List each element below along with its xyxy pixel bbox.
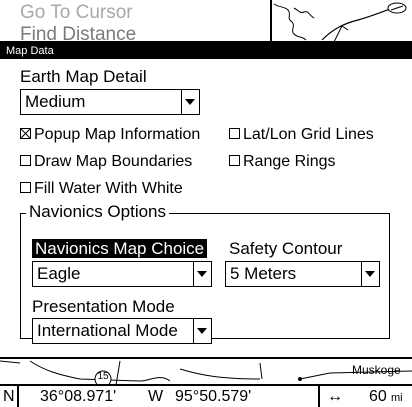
earth-map-detail-select[interactable]: Medium — [20, 89, 200, 115]
fill-water-checkbox[interactable]: Fill Water With White — [20, 180, 183, 198]
longitude-hemisphere: W — [148, 388, 164, 405]
checkbox-checked-icon[interactable] — [20, 128, 31, 140]
lat-lon-grid-label: Lat/Lon Grid Lines — [243, 126, 374, 143]
checkbox-unchecked-icon[interactable] — [20, 182, 31, 194]
longitude-value: 95°50.579' — [175, 388, 252, 405]
chevron-down-icon[interactable] — [193, 319, 211, 343]
menu-item-go-to-cursor[interactable]: Go To Cursor — [20, 2, 133, 24]
safety-contour-select[interactable]: 5 Meters — [225, 261, 380, 287]
gps-screen: Go To Cursor Find Distance Map Data Eart… — [0, 0, 412, 407]
draw-boundaries-checkbox[interactable]: Draw Map Boundaries — [20, 153, 192, 171]
range-value: 60 — [369, 388, 387, 405]
route-shield-label: 15 — [97, 371, 109, 382]
presentation-mode-label: Presentation Mode — [32, 297, 175, 316]
map-data-dialog: Map Data Earth Map Detail Medium Popup M… — [0, 41, 412, 359]
lat-lon-grid-checkbox[interactable]: Lat/Lon Grid Lines — [229, 126, 374, 144]
status-divider — [17, 386, 19, 407]
map-strip: 15 Muskoge — [0, 359, 412, 388]
range-rings-checkbox[interactable]: Range Rings — [229, 153, 336, 171]
popup-map-info-label: Popup Map Information — [34, 126, 201, 143]
status-divider — [318, 386, 320, 407]
earth-map-detail-value: Medium — [25, 92, 86, 111]
map-roads-graphic — [0, 360, 412, 388]
presentation-mode-select[interactable]: International Mode — [32, 318, 212, 344]
map-thumbnail — [270, 0, 412, 43]
fill-water-label: Fill Water With White — [34, 180, 183, 197]
checkbox-unchecked-icon[interactable] — [229, 155, 240, 167]
focused-field-label: Navionics Map Choice — [32, 239, 208, 258]
navionics-map-choice-label: Navionics Map Choice — [32, 239, 208, 259]
range-arrow-icon: ↔ — [327, 388, 343, 405]
checkbox-unchecked-icon[interactable] — [229, 128, 240, 140]
dialog-title: Map Data — [0, 43, 412, 59]
map-coastline-graphic — [273, 2, 407, 43]
safety-contour-label: Safety Contour — [229, 239, 343, 258]
chevron-down-icon[interactable] — [361, 262, 379, 286]
navionics-map-choice-select[interactable]: Eagle — [32, 261, 212, 287]
range-rings-label: Range Rings — [243, 153, 336, 170]
popup-map-info-checkbox[interactable]: Popup Map Information — [20, 126, 200, 144]
map-place-label: Muskoge — [352, 363, 401, 377]
range-unit: mi — [391, 392, 403, 404]
safety-contour-value: 5 Meters — [230, 264, 297, 283]
navionics-options-label: Navionics Options — [26, 202, 170, 222]
chevron-down-icon[interactable] — [181, 90, 199, 114]
latitude-value: 36°08.971' — [40, 388, 117, 405]
draw-boundaries-label: Draw Map Boundaries — [34, 153, 193, 170]
chevron-down-icon[interactable] — [193, 262, 211, 286]
status-bar: N 36°08.971' W 95°50.579' ↔ 60 mi — [0, 384, 412, 407]
presentation-mode-value: International Mode — [37, 321, 178, 340]
earth-map-detail-label: Earth Map Detail — [20, 67, 147, 86]
background-menu: Go To Cursor Find Distance — [0, 0, 270, 45]
latitude-hemisphere: N — [3, 388, 15, 405]
navionics-map-choice-value: Eagle — [37, 264, 81, 283]
checkbox-unchecked-icon[interactable] — [20, 155, 31, 167]
